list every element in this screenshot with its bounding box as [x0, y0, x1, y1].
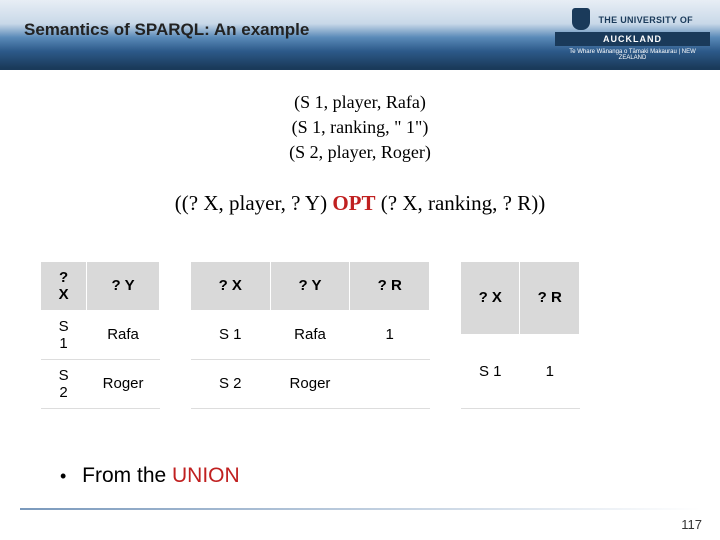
col-header: ? R [350, 261, 430, 310]
query-left: ((? X, player, ? Y) [175, 191, 333, 215]
logo-band: AUCKLAND [555, 32, 710, 46]
triple-line: (S 2, player, Roger) [30, 140, 690, 165]
university-logo: THE UNIVERSITY OF AUCKLAND Te Whare Wāna… [555, 8, 710, 63]
tables-row: ? X ? Y S 1 Rafa S 2 Roger ? X ? Y ? R S… [40, 261, 690, 409]
cell: S 1 [461, 335, 520, 409]
cell: Rafa [87, 310, 160, 359]
cell: Roger [270, 359, 350, 408]
logo-line1: THE UNIVERSITY OF [599, 15, 693, 25]
opt-keyword: OPT [332, 191, 375, 215]
result-table-1: ? X ? Y S 1 Rafa S 2 Roger [40, 261, 160, 409]
slide-content: (S 1, player, Rafa) (S 1, ranking, " 1")… [0, 70, 720, 498]
result-table-2: ? X ? Y ? R S 1 Rafa 1 S 2 Roger [190, 261, 430, 409]
query-expression: ((? X, player, ? Y) OPT (? X, ranking, ?… [30, 191, 690, 216]
crest-icon [572, 8, 590, 30]
query-right: (? X, ranking, ? R)) [376, 191, 546, 215]
col-header: ? X [41, 261, 87, 310]
cell: 1 [350, 310, 430, 359]
cell: S 2 [191, 359, 271, 408]
triple-list: (S 1, player, Rafa) (S 1, ranking, " 1")… [30, 90, 690, 166]
footer-rule [20, 508, 700, 510]
result-table-3: ? X ? R S 1 1 [460, 261, 580, 409]
slide-header: Semantics of SPARQL: An example THE UNIV… [0, 0, 720, 70]
col-header: ? X [191, 261, 271, 310]
triple-line: (S 1, player, Rafa) [30, 90, 690, 115]
bullet-point: • From the UNION [60, 464, 690, 488]
col-header: ? Y [87, 261, 160, 310]
col-header: ? X [461, 261, 520, 335]
bullet-icon: • [60, 466, 66, 486]
cell: S 2 [41, 359, 87, 408]
cell: S 1 [191, 310, 271, 359]
union-keyword: UNION [172, 464, 240, 487]
slide-title: Semantics of SPARQL: An example [24, 20, 309, 40]
cell: S 1 [41, 310, 87, 359]
bullet-prefix: From the [82, 464, 172, 487]
cell: Rafa [270, 310, 350, 359]
cell [350, 359, 430, 408]
col-header: ? R [520, 261, 580, 335]
page-number: 117 [681, 517, 702, 532]
col-header: ? Y [270, 261, 350, 310]
cell: Roger [87, 359, 160, 408]
triple-line: (S 1, ranking, " 1") [30, 115, 690, 140]
cell: 1 [520, 335, 580, 409]
logo-subtext: Te Whare Wānanga o Tāmaki Makaurau | NEW… [555, 49, 710, 61]
